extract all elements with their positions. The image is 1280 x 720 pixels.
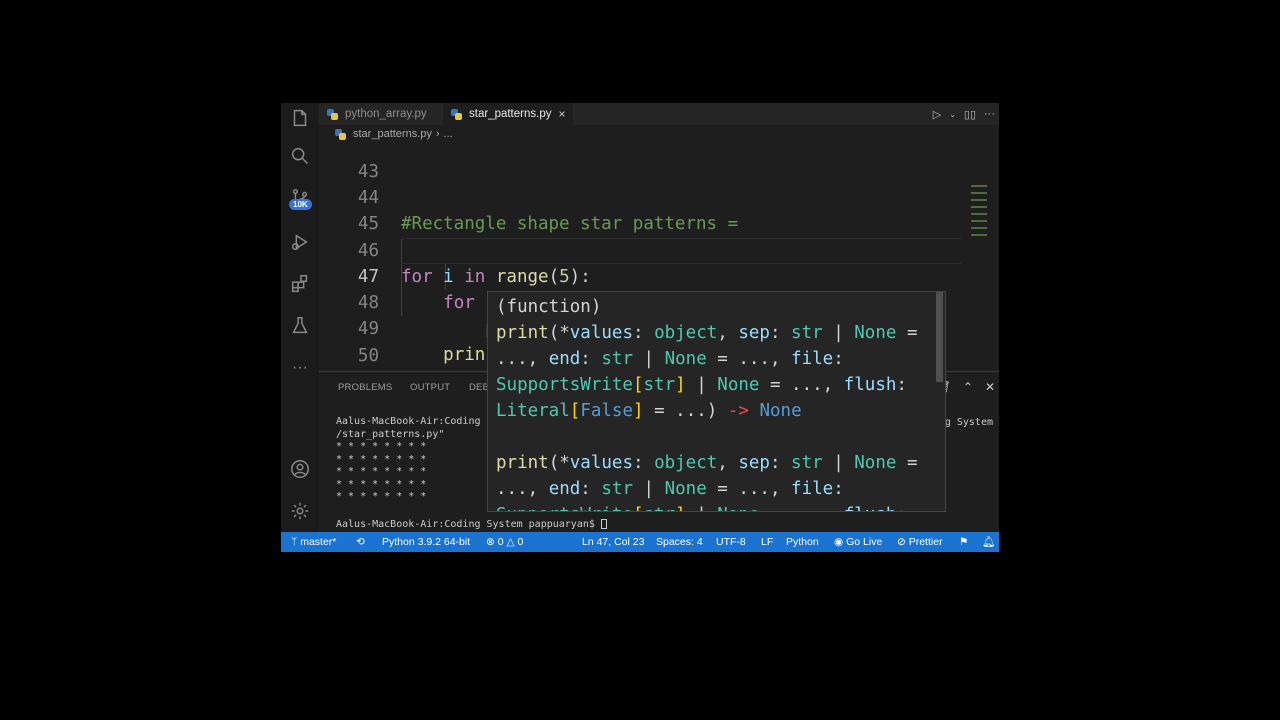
breadcrumb: star_patterns.py › ... <box>319 125 999 143</box>
split-editor-icon[interactable]: ▯▯ <box>964 108 976 121</box>
hover-signature-line: print(*values: object, sep: str | None = <box>496 323 918 343</box>
branch-icon: ᛘ <box>291 536 301 548</box>
code-line: 44 #Rectangle shape star patterns = <box>319 159 969 234</box>
breadcrumb-file[interactable]: star_patterns.py <box>353 128 432 140</box>
settings-gear-icon[interactable] <box>285 496 315 526</box>
terminal-cursor <box>600 519 607 529</box>
problems-status[interactable]: ⊗ 0 △ 0 <box>486 532 523 552</box>
prompt-text: Aalus-MacBook-Air:Coding System pappuary… <box>336 519 601 530</box>
close-tab-icon[interactable]: × <box>558 107 565 121</box>
account-icon[interactable] <box>285 454 315 484</box>
go-live[interactable]: ◉ Go Live <box>834 532 882 552</box>
tab-star-patterns[interactable]: star_patterns.py × <box>443 103 574 125</box>
terminal-output[interactable]: Aalus-MacBook-Air:Coding/star_patterns.p… <box>336 416 481 504</box>
notifications-bell-icon[interactable]: 🔔︎ <box>982 532 995 552</box>
terminal-line: * * * * * * * * <box>336 478 427 490</box>
hover-signature-line: print(*values: object, sep: str | None = <box>496 453 918 473</box>
terminal-prompt[interactable]: Aalus-MacBook-Air:Coding System pappuary… <box>336 519 607 530</box>
terminal-line: /star_patterns.py" <box>336 428 445 440</box>
prettier[interactable]: ⊘ Prettier <box>897 532 943 552</box>
tab-python-array[interactable]: python_array.py <box>319 103 443 125</box>
hover-signature-line: ..., end: str | None = ..., file: <box>496 479 844 499</box>
broadcast-icon: ◉ <box>834 536 847 548</box>
testing-flask-icon[interactable] <box>285 311 315 341</box>
branch-status[interactable]: ᛘ master* <box>291 532 336 552</box>
tab-label: star_patterns.py <box>469 108 552 120</box>
feedback-icon[interactable]: ⚑ <box>959 532 968 552</box>
hover-signature-line: SupportsWrite[str] | None = ..., flush: <box>496 375 907 395</box>
close-panel-icon[interactable]: ✕ <box>985 380 995 394</box>
source-control-badge: 10K <box>289 199 312 210</box>
branch-label: master* <box>300 536 337 548</box>
hover-blank-line <box>496 424 937 450</box>
code-line: 43 <box>319 143 969 182</box>
terminal-line: * * * * * * * * <box>336 466 427 477</box>
minimap[interactable] <box>971 185 987 255</box>
search-icon[interactable] <box>285 141 315 171</box>
tab-problems[interactable]: PROBLEMS <box>338 382 392 393</box>
breadcrumb-separator: › <box>435 128 440 140</box>
python-file-icon <box>335 128 346 140</box>
editor-actions: ▷ ⌄ ▯▯ ··· <box>933 103 995 125</box>
python-file-icon <box>451 108 462 120</box>
hover-signature-line: Literal[False] = ...) -> None <box>496 401 802 421</box>
terminal-line: * * * * * * * * <box>336 491 427 502</box>
extensions-icon[interactable] <box>285 269 315 299</box>
encoding[interactable]: UTF-8 <box>716 532 746 552</box>
error-icon: ⊗ <box>486 536 498 548</box>
activity-bar: 10K ··· <box>281 103 319 532</box>
cursor-position[interactable]: Ln 47, Col 23 <box>582 532 644 552</box>
code-line: 47 for j in range(8): <box>319 238 969 313</box>
code-line: 48 print("*",end=' ') <box>319 264 969 339</box>
more-actions-icon[interactable]: ··· <box>984 108 995 120</box>
python-interpreter[interactable]: Python 3.9.2 64-bit <box>382 532 470 552</box>
code-line: 45 <box>319 185 969 234</box>
code-line: 46 for i in range(5): <box>319 212 969 287</box>
breadcrumb-more[interactable]: ... <box>444 128 453 140</box>
chevron-up-icon[interactable]: ⌃ <box>963 380 973 394</box>
explorer-icon[interactable] <box>285 103 315 133</box>
terminal-line: Aalus-MacBook-Air:Coding <box>336 416 481 427</box>
terminal-line: * * * * * * * * <box>336 453 427 465</box>
go-live-label: Go Live <box>846 536 883 548</box>
indentation[interactable]: Spaces: 4 <box>656 532 703 552</box>
hover-kind: (function) <box>496 297 602 317</box>
run-debug-icon[interactable] <box>285 227 315 257</box>
status-bar: ᛘ master* ⟲ Python 3.9.2 64-bit ⊗ 0 △ 0 … <box>281 532 999 552</box>
sync-icon[interactable]: ⟲ <box>356 532 365 552</box>
hover-signature-line: SupportsWrite[str] | None = ..., flush: <box>496 502 937 511</box>
chevron-down-icon[interactable]: ⌄ <box>949 110 956 119</box>
warning-count: 0 <box>517 536 524 548</box>
tab-label: python_array.py <box>345 108 427 120</box>
hover-tooltip: (function) print(*values: object, sep: s… <box>487 291 946 512</box>
terminal-text: g System <box>944 417 993 428</box>
prettier-label: Prettier <box>908 536 943 548</box>
terminal-line: * * * * * * * * <box>336 441 427 452</box>
vscode-window: 10K ··· python_array.py star_patterns.py… <box>281 103 999 552</box>
tab-bar: python_array.py star_patterns.py × ▷ ⌄ ▯… <box>319 103 999 125</box>
hover-scrollbar[interactable] <box>936 292 943 382</box>
warning-icon: △ <box>503 536 518 548</box>
more-icon[interactable]: ··· <box>285 353 315 383</box>
run-icon[interactable]: ▷ <box>933 108 941 121</box>
language-mode[interactable]: Python <box>786 532 819 552</box>
prettier-check-icon: ⊘ <box>897 536 909 548</box>
python-file-icon <box>327 108 338 120</box>
line-ending[interactable]: LF <box>761 532 773 552</box>
tab-output[interactable]: OUTPUT <box>410 382 450 393</box>
hover-signature-line: ..., end: str | None = ..., file: <box>496 349 844 369</box>
